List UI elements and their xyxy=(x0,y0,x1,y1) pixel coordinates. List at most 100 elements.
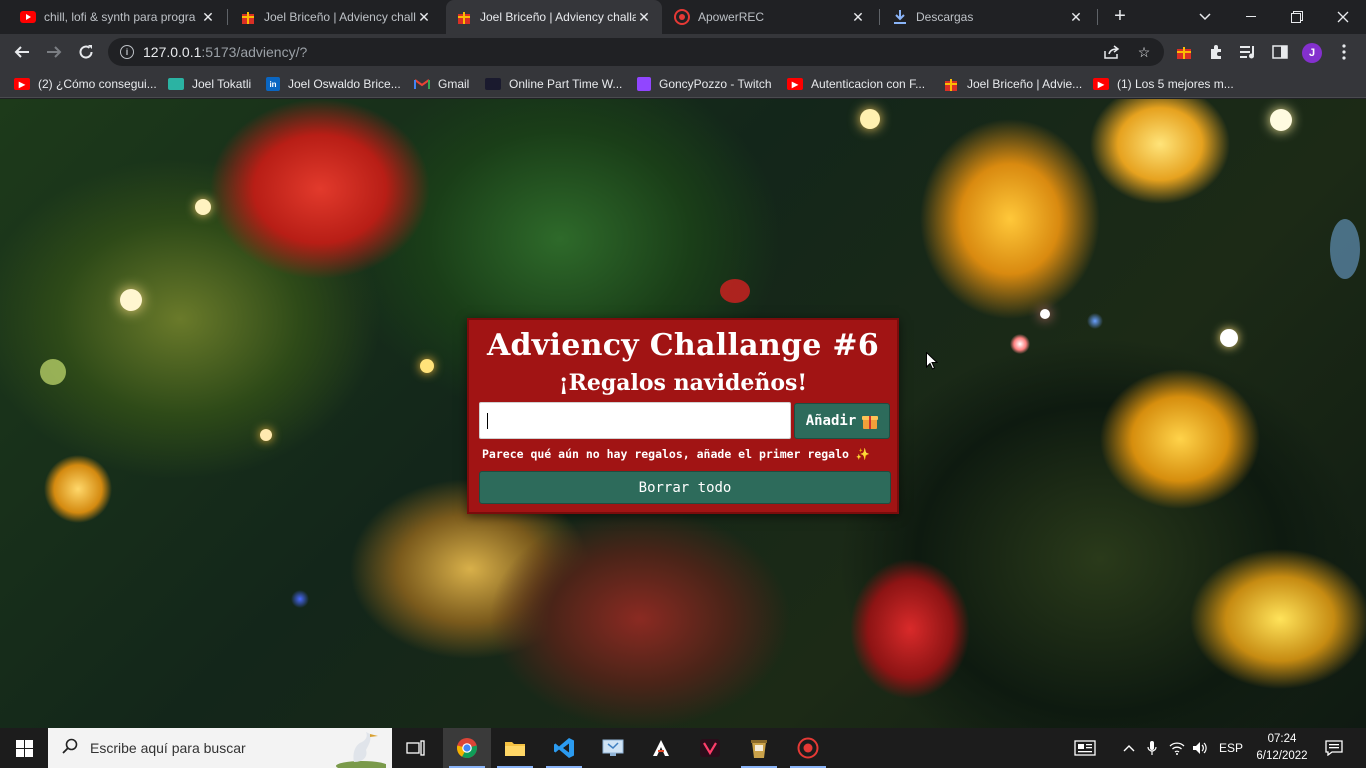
apowerrec-button[interactable] xyxy=(784,728,832,768)
tab-strip: chill, lofi & synth para progra ✕ Joel B… xyxy=(0,0,1366,34)
clock-date: 6/12/2022 xyxy=(1256,750,1308,762)
tab-2[interactable]: Joel Briceño | Adviency challa ✕ xyxy=(446,0,662,34)
bookmark-item[interactable]: ▶ (1) Los 5 mejores m... xyxy=(1093,76,1234,92)
mouse-pointer-icon xyxy=(926,352,938,370)
url-text[interactable]: 127.0.0.1:5173/adviency/? xyxy=(143,44,307,60)
close-icon[interactable]: ✕ xyxy=(416,9,432,26)
record-icon xyxy=(674,9,690,25)
clock-time: 07:24 xyxy=(1267,733,1297,745)
tab-1[interactable]: Joel Briceño | Adviency challa ✕ xyxy=(230,0,442,34)
reload-button[interactable] xyxy=(74,40,98,64)
letter-a-icon xyxy=(653,740,669,756)
menu-icon[interactable] xyxy=(1334,42,1354,62)
download-icon xyxy=(892,9,908,25)
empty-state-message: Parece qué aún no hay regalos, añade el … xyxy=(482,447,871,461)
add-gift-button[interactable]: Añadir xyxy=(794,403,890,439)
record-icon xyxy=(797,737,819,759)
share-icon[interactable] xyxy=(1102,42,1122,62)
youtube-icon: ▶ xyxy=(1093,78,1109,90)
bookmark-item[interactable]: Gmail xyxy=(414,76,469,92)
close-icon[interactable]: ✕ xyxy=(200,9,216,26)
arrow-left-icon xyxy=(14,46,29,58)
start-button[interactable] xyxy=(0,728,48,768)
close-icon[interactable]: ✕ xyxy=(636,9,652,26)
side-panel-icon[interactable] xyxy=(1270,42,1290,62)
tab-title: ApowerREC xyxy=(698,10,765,24)
media-icon[interactable] xyxy=(1238,42,1258,62)
reload-icon xyxy=(79,45,93,59)
app-a-button[interactable] xyxy=(637,728,685,768)
search-icon xyxy=(62,738,78,759)
notifications-icon[interactable] xyxy=(1320,728,1348,768)
remote-desktop-icon xyxy=(602,739,624,756)
address-bar[interactable]: i 127.0.0.1:5173/adviency/? xyxy=(108,38,1164,66)
browser-toolbar: i 127.0.0.1:5173/adviency/? ☆ J xyxy=(0,34,1366,70)
task-view-icon xyxy=(406,740,425,756)
chevron-up-icon[interactable] xyxy=(1120,728,1138,768)
tab-title: Descargas xyxy=(916,10,974,24)
taskbar-search[interactable]: Escribe aquí para buscar xyxy=(48,728,392,768)
page-title: Adviency Challange #6 xyxy=(486,328,880,363)
bookmarks-bar: ▶ (2) ¿Cómo consegui... Joel Tokatli in Jo… xyxy=(0,70,1366,98)
bookmark-item[interactable]: Joel Tokatli xyxy=(168,76,251,92)
close-icon[interactable]: ✕ xyxy=(1068,9,1084,26)
extensions-icon[interactable] xyxy=(1206,42,1226,62)
vscode-button[interactable] xyxy=(540,728,588,768)
gift-icon xyxy=(943,78,959,91)
avatar[interactable]: J xyxy=(1302,43,1322,63)
tab-title: Joel Briceño | Adviency challa xyxy=(480,10,636,24)
close-window-button[interactable] xyxy=(1320,0,1366,34)
christmas-background: Adviency Challange #6 ¡Regalos navideños… xyxy=(0,99,1366,728)
info-icon[interactable]: i xyxy=(120,45,134,59)
chrome-taskbar-button[interactable] xyxy=(443,728,491,768)
site-icon xyxy=(485,78,501,90)
close-icon[interactable]: ✕ xyxy=(850,9,866,26)
back-button[interactable] xyxy=(10,40,34,64)
bird-illustration-icon xyxy=(336,732,386,768)
bookmark-item[interactable]: GoncyPozzo - Twitch xyxy=(637,76,772,92)
gift-icon xyxy=(862,413,879,429)
language-indicator[interactable]: ESP xyxy=(1214,728,1248,768)
sparkles-icon: ✨ xyxy=(855,447,871,461)
tab-4[interactable]: Descargas ✕ xyxy=(882,0,1094,34)
bookmark-item[interactable]: ▶ (2) ¿Cómo consegui... xyxy=(14,76,157,92)
bookmark-item[interactable]: Online Part Time W... xyxy=(485,76,622,92)
tab-0[interactable]: chill, lofi & synth para progra ✕ xyxy=(10,0,226,34)
arrow-right-icon xyxy=(47,46,62,58)
wifi-icon[interactable] xyxy=(1168,728,1186,768)
bookmark-item[interactable]: ▶ Autenticacion con F... xyxy=(787,76,925,92)
gift-input[interactable] xyxy=(479,402,791,439)
news-widget-icon[interactable] xyxy=(1068,728,1102,768)
forward-button[interactable] xyxy=(42,40,66,64)
clock[interactable]: 07:24 6/12/2022 xyxy=(1250,731,1314,765)
task-view-button[interactable] xyxy=(392,728,440,768)
remote-desktop-button[interactable] xyxy=(589,728,637,768)
gift-icon[interactable] xyxy=(1174,42,1194,62)
new-tab-button[interactable]: + xyxy=(1110,6,1130,28)
gift-card: Adviency Challange #6 ¡Regalos navideños… xyxy=(467,318,899,514)
tab-3[interactable]: ApowerREC ✕ xyxy=(664,0,876,34)
app-v-button[interactable] xyxy=(686,728,734,768)
microphone-icon[interactable] xyxy=(1144,728,1160,768)
file-explorer-button[interactable] xyxy=(491,728,539,768)
bookmark-item[interactable]: Joel Briceño | Advie... xyxy=(943,76,1082,92)
tab-title: chill, lofi & synth para progra xyxy=(44,10,196,24)
youtube-icon: ▶ xyxy=(14,78,30,90)
clear-all-button[interactable]: Borrar todo xyxy=(479,471,891,504)
video-editor-icon xyxy=(700,739,720,757)
youtube-icon xyxy=(20,9,36,25)
restore-button[interactable] xyxy=(1274,0,1320,34)
volume-icon[interactable] xyxy=(1190,728,1210,768)
youtube-icon: ▶ xyxy=(787,78,803,90)
page-subtitle: ¡Regalos navideños! xyxy=(558,370,808,396)
trash-app-button[interactable] xyxy=(735,728,783,768)
twitch-icon xyxy=(637,77,651,91)
tab-search-icon[interactable] xyxy=(1182,0,1228,34)
gift-icon xyxy=(240,9,256,25)
bookmark-item[interactable]: in Joel Oswaldo Brice... xyxy=(266,76,401,92)
windows-taskbar: Escribe aquí para buscar ESP 07:24 6/12/… xyxy=(0,728,1366,768)
minimize-button[interactable] xyxy=(1228,0,1274,34)
star-icon[interactable]: ☆ xyxy=(1134,42,1154,62)
chrome-icon xyxy=(457,738,477,758)
vscode-icon xyxy=(554,738,574,758)
